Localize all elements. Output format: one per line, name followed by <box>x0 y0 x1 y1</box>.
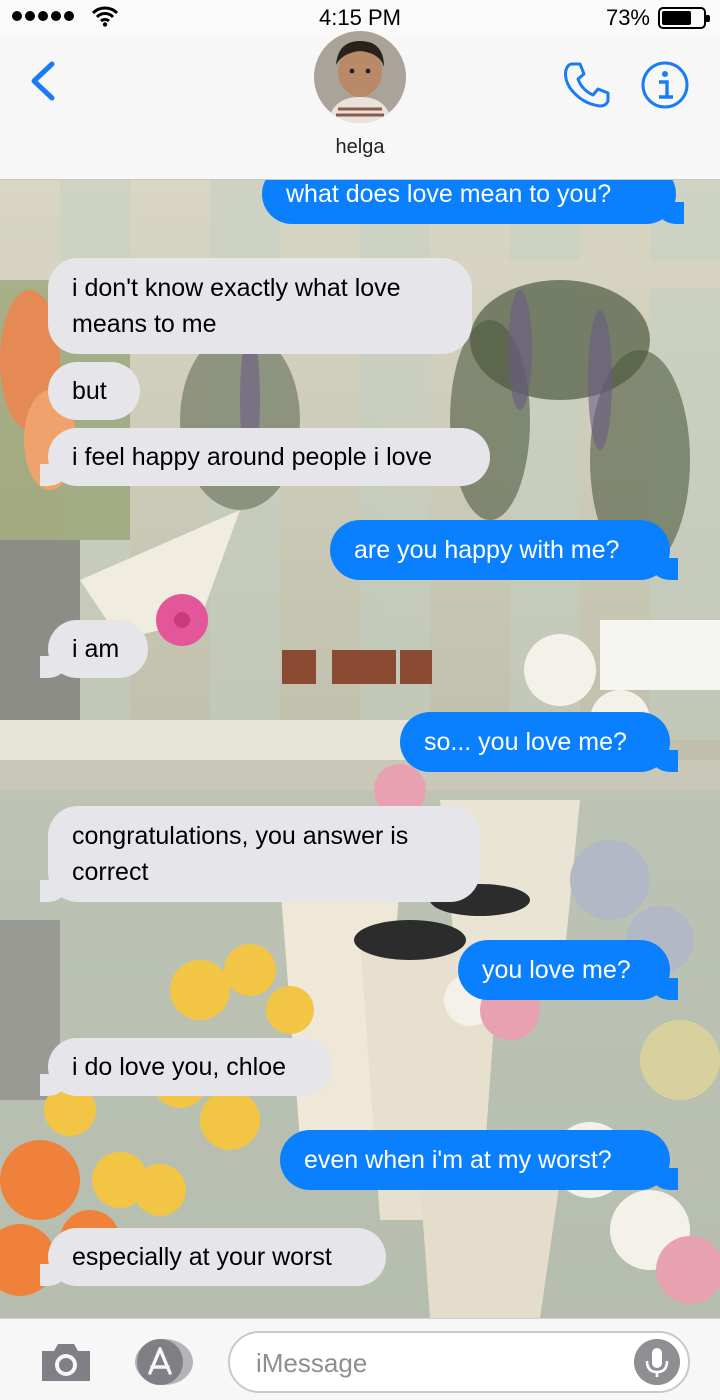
message-text: i feel happy around people i love <box>72 443 432 471</box>
outgoing-message-bubble[interactable]: so... you love me? <box>400 712 678 772</box>
microphone-icon[interactable] <box>634 1339 680 1385</box>
message-text: what does love mean to you? <box>286 180 612 208</box>
outgoing-message-bubble[interactable]: are you happy with me? <box>330 520 678 580</box>
incoming-message-bubble[interactable]: i feel happy around people i love <box>40 428 490 486</box>
message-thread[interactable]: what does love mean to you? i don't know … <box>0 180 720 1318</box>
back-chevron-icon[interactable] <box>22 56 66 106</box>
compose-bar: iMessage <box>0 1318 720 1400</box>
message-text: i do love you, chloe <box>72 1053 287 1081</box>
incoming-message-bubble[interactable]: congratulations, you answer is correct <box>40 806 480 902</box>
message-text: congratulations, you answer is correct <box>72 822 409 886</box>
battery-fill <box>662 11 692 25</box>
message-text: but <box>72 377 107 405</box>
message-input-placeholder: iMessage <box>256 1348 368 1378</box>
message-text: even when i'm at my worst? <box>304 1146 612 1174</box>
message-text: especially at your worst <box>72 1243 332 1271</box>
camera-icon[interactable] <box>38 1339 94 1385</box>
battery-icon <box>658 7 710 29</box>
contact-name[interactable]: helga <box>0 136 720 159</box>
info-icon[interactable] <box>640 60 690 110</box>
message-text: so... you love me? <box>424 728 627 756</box>
incoming-message-bubble[interactable]: especially at your worst <box>40 1228 386 1286</box>
incoming-message-bubble[interactable]: but <box>48 362 140 420</box>
message-input[interactable]: iMessage <box>228 1331 690 1393</box>
outgoing-message-bubble[interactable]: what does love mean to you? <box>262 180 684 224</box>
outgoing-message-bubble[interactable]: you love me? <box>458 940 678 1000</box>
message-text: i don't know exactly what love means to … <box>72 274 401 338</box>
incoming-message-bubble[interactable]: i don't know exactly what love means to … <box>48 258 472 354</box>
app-store-icon[interactable] <box>130 1337 194 1387</box>
phone-icon[interactable] <box>560 58 614 112</box>
message-text: are you happy with me? <box>354 536 620 564</box>
outgoing-message-bubble[interactable]: even when i'm at my worst? <box>280 1130 678 1190</box>
status-bar: 4:15 PM 73% <box>0 0 720 34</box>
incoming-message-bubble[interactable]: i am <box>40 620 148 678</box>
avatar[interactable] <box>314 31 406 123</box>
incoming-message-bubble[interactable]: i do love you, chloe <box>40 1038 332 1096</box>
battery-percent: 73% <box>605 5 650 30</box>
conversation-header: helga <box>0 31 720 180</box>
message-text: you love me? <box>482 956 631 984</box>
message-text: i am <box>72 635 120 663</box>
